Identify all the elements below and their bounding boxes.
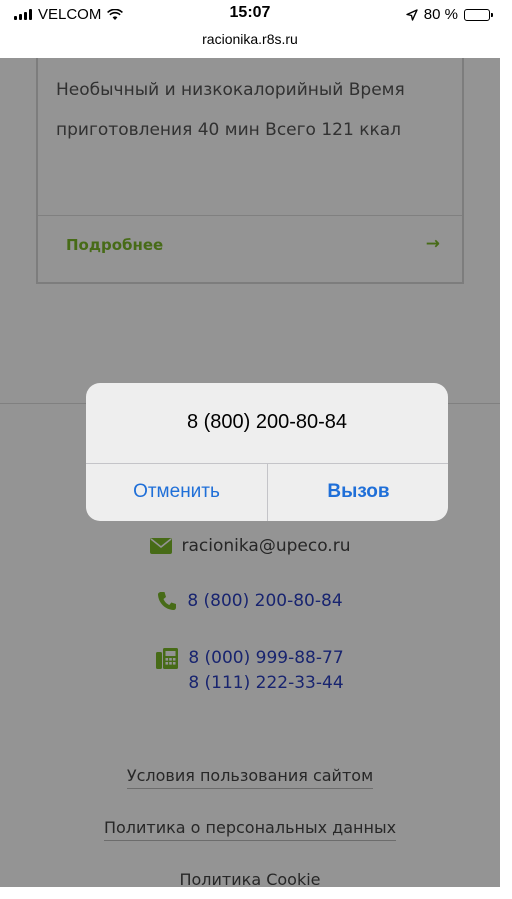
call-dialog: 8 (800) 200-80-84 Отменить Вызов [86,383,448,521]
phone-screen: VELCOM 15:07 racionika.r8s.ru 80 % Необы… [0,0,500,887]
battery-percent: 80 % [423,6,458,23]
status-bar: VELCOM 15:07 racionika.r8s.ru 80 % [0,0,500,58]
location-arrow-icon [406,8,418,21]
address-bar-url[interactable]: racionika.r8s.ru [0,31,500,47]
dialog-phone-number: 8 (800) 200-80-84 [186,411,348,433]
cancel-button[interactable]: Отменить [86,463,267,521]
call-button[interactable]: Вызов [268,463,448,521]
status-right: 80 % [406,6,493,23]
battery-icon [464,8,493,21]
